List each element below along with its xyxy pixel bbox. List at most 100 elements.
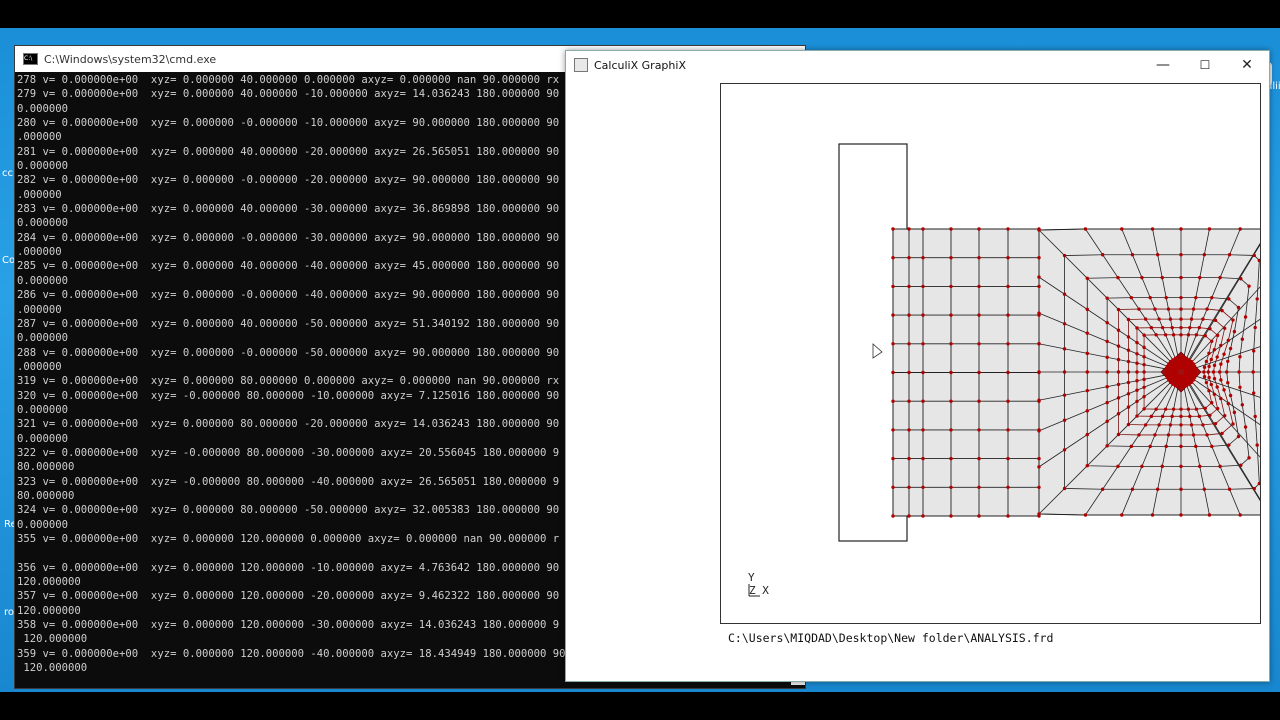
mesh-node [1179,444,1183,449]
mesh-node [949,456,953,461]
mesh-node [1135,399,1139,404]
mesh-node [1205,307,1209,311]
mesh-node [891,428,895,432]
mesh-node [891,342,895,346]
mesh-node [1116,275,1120,280]
mesh-node [1062,322,1067,326]
mesh-node [1083,513,1088,517]
mesh-node [1006,399,1010,403]
mesh-node [1208,413,1212,417]
console-line: 357 v= 0.000000e+00 xyz= 0.000000 120.00… [17,590,560,603]
mesh-node [921,313,925,317]
mesh-node [1231,422,1235,426]
mesh-node [1218,464,1222,469]
mesh-node [1037,428,1041,432]
console-line: 0.000000 [17,403,69,416]
mesh-node [1120,227,1124,231]
mesh-node [1222,352,1226,356]
mesh-node [1142,370,1146,374]
mesh-node [1037,284,1041,289]
mesh-node [1179,487,1183,491]
mesh-node [921,256,925,260]
mesh-node [1232,329,1237,334]
mesh-node [1126,380,1131,385]
mesh-node [1126,348,1131,352]
mesh-node [1238,513,1242,517]
mesh-node [891,227,895,231]
graphix-titlebar[interactable]: CalculiX GraphiX — ☐ ✕ [566,51,1269,79]
mesh-node [1135,414,1139,418]
mesh-node [949,284,953,289]
fem-mesh-canvas[interactable]: Y Z X [721,84,1260,623]
mesh-node [977,227,981,231]
mesh-node [1037,485,1041,489]
mesh-node [1142,333,1146,337]
mesh-node [1006,456,1010,461]
mesh-node [1135,379,1139,383]
mesh-node [1225,370,1229,374]
minimize-button[interactable]: — [1142,51,1184,79]
console-line: 281 v= 0.000000e+00 xyz= 0.000000 40.000… [17,145,560,158]
mesh-node [1154,407,1158,411]
mesh-node [1170,325,1174,330]
mesh-node [1085,464,1089,468]
mesh-node [1130,487,1135,491]
maximize-button[interactable]: ☐ [1184,51,1226,79]
mesh-node [1227,443,1231,447]
mesh-node [1037,342,1041,346]
console-line: 0.000000 [17,217,69,230]
desktop-icon-label: ro [4,607,15,618]
mesh-node [1179,513,1183,517]
close-button[interactable]: ✕ [1226,51,1268,79]
mesh-node [921,370,925,375]
mesh-node [1037,256,1041,260]
mesh-node [1201,423,1205,427]
mesh-node [891,399,895,403]
mesh-node [1116,370,1121,374]
mesh-node [1237,370,1241,374]
console-line: 319 v= 0.000000e+00 xyz= 0.000000 80.000… [17,375,560,388]
console-line: 355 v= 0.000000e+00 xyz= 0.000000 120.00… [17,533,560,545]
mesh-node [977,284,981,289]
mesh-node [1179,355,1183,359]
console-line: 322 v= 0.000000e+00 xyz= -0.000000 80.00… [17,446,560,459]
mesh-node [1085,370,1089,374]
mesh-node [1062,448,1067,452]
console-line: 80.000000 [17,461,75,474]
mesh-node [1240,337,1245,341]
mesh-node [1210,401,1214,405]
console-line: .000000 [17,303,62,316]
mesh-node [1202,253,1207,257]
console-line: 120.000000 [17,576,81,589]
axis-triad: Y Z X [748,571,769,597]
console-line: 0.000000 [17,432,69,445]
mesh-node [1227,297,1231,301]
mesh-node [1179,464,1183,469]
mesh-node [1116,382,1121,387]
mesh-node [1006,227,1010,231]
mesh-node [1142,407,1146,411]
mesh-node [1202,370,1206,374]
mesh-node [1150,513,1155,517]
mesh-node [1223,326,1227,330]
graphix-viewport[interactable]: Y Z X [720,83,1261,624]
console-line: .000000 [17,360,62,373]
mesh-node [1203,334,1207,338]
mesh-node [1240,403,1245,407]
mesh-node [977,514,981,518]
mesh-node [1207,364,1211,369]
mesh-node [1105,339,1109,344]
mesh-node [1085,409,1089,413]
mesh-node [1191,307,1196,311]
mesh-node [1142,355,1146,359]
mesh-node [1164,444,1168,449]
mesh-node [907,313,911,317]
cmd-console-output[interactable]: 278 v= 0.000000e+00 xyz= 0.000000 40.000… [15,73,567,685]
mesh-node [949,227,953,231]
mesh-node [1206,370,1210,374]
graphix-window[interactable]: CalculiX GraphiX — ☐ ✕ Y Z X C:\Users\MI… [565,50,1270,682]
console-line: 80.000000 [17,489,75,502]
mesh-node [1135,370,1139,374]
mesh-node [1253,414,1257,419]
